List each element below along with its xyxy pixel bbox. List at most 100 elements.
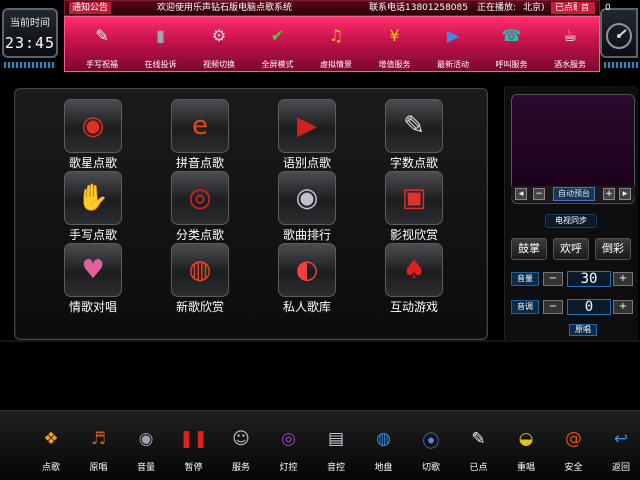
coffee-cup-icon: ☕ [562,25,578,45]
nav-item-6[interactable]: ▶ 最新活动 [424,19,482,71]
menu-tile-label: 语别点歌 [282,156,331,170]
dock-item-10[interactable]: ◒ 重唱 [507,423,545,480]
dock-item-9[interactable]: ✎ 已点 [460,423,498,480]
dock-item-label: 地盘 [374,463,393,473]
now-playing-title: 北京) [523,3,545,13]
book-icon: ▮ [156,25,165,45]
video-minus-button[interactable]: − [533,188,545,200]
dock-item-1[interactable]: ♬ 原唱 [80,423,118,480]
light-lens-icon: ◎ [281,429,296,449]
menu-tile-label: 分类点歌 [175,228,224,242]
nav-item-label: 酒水服务 [554,60,586,69]
tile-glyph: ♥ [81,255,105,285]
volume-plus-button[interactable]: + [613,272,633,286]
nav-item-8[interactable]: ☕ 酒水服务 [541,19,599,71]
phone-text: 联系电话13801258085 [369,3,468,13]
bottom-dock: ❖ 点歌 ♬ 原唱 ◉ 音量 ❚❚ 暂停 ☺ 服务 ◎ 灯控 ▤ 音控 ◍ 地盘 ⦿ 切歌 ✎ 已点 ◒ 重唱 @ 安全 ↩ 返回 [0,410,640,480]
menu-tile-label: 歌星点歌 [68,156,117,170]
video-next-button[interactable]: ▸ [619,188,631,200]
nav-item-1[interactable]: ▮ 在线投诉 [132,19,190,71]
tile-glyph: ◎ [188,183,212,213]
menu-tile-5[interactable]: ◎ 分类点歌 [154,171,246,243]
dock-item-12[interactable]: ↩ 返回 [602,423,640,480]
notice-button[interactable]: 通知公告 [69,2,112,14]
private-library-icon: ◐ [278,243,336,297]
nav-item-4[interactable]: ♫ 虚拟情景 [307,19,365,71]
dock-item-label: 音控 [326,463,345,473]
menu-tile-label: 歌曲排行 [282,228,331,242]
video-plus-button[interactable]: + [603,188,615,200]
category-icon: ◎ [171,171,229,225]
menu-tile-9[interactable]: ◍ 新歌欣赏 [154,243,246,315]
equalizer-icon: ▤ [327,429,345,449]
nav-item-label: 增值服务 [378,60,411,69]
dock-item-7[interactable]: ◍ 地盘 [365,423,403,480]
video-controls: ◂ − 自动预台 + ▸ [511,186,635,202]
ticker-bar: 通知公告 欢迎使用乐声钻石版电脑点歌系统 联系电话13801258085 正在播… [64,0,611,16]
menu-tile-label: 情歌对唱 [68,300,117,314]
nav-item-3[interactable]: ✔ 全屏模式 [249,19,307,71]
pencil-note-icon: ✎ [471,429,486,449]
security-book-icon: @ [565,429,582,449]
menu-tile-7[interactable]: ▣ 影视欣赏 [368,171,460,243]
dock-item-3[interactable]: ❚❚ 暂停 [175,423,213,480]
dock-item-11[interactable]: @ 安全 [555,423,593,480]
nav-item-2[interactable]: ⚙ 视频切换 [190,19,248,71]
ranking-disc-icon: ◉ [278,171,336,225]
divider [0,340,640,342]
auto-channel-button[interactable]: 自动预台 [553,187,595,201]
menu-tile-11[interactable]: ♠ 互动游戏 [368,243,460,315]
control-panel: ◂ − 自动预台 + ▸ 电视同步 鼓掌 欢呼 倒彩 音量 − 30 + 音调 … [504,86,638,340]
dock-item-label: 服务 [231,463,250,473]
windows-flag-icon: ❖ [43,429,59,449]
dock-item-6[interactable]: ▤ 音控 [317,423,355,480]
volume-label: 音量 [511,272,539,286]
pause-icon: ❚❚ [179,429,208,449]
dock-item-label: 安全 [564,463,583,473]
cheer-button[interactable]: 欢呼 [553,238,589,260]
menu-tile-label: 字数点歌 [389,156,438,170]
tile-glyph: ✋ [76,183,110,213]
tone-plus-button[interactable]: + [613,300,633,314]
tile-glyph: ▣ [401,183,427,213]
original-vocal-button[interactable]: 原唱 [569,324,597,336]
dock-item-4[interactable]: ☺ 服务 [222,423,260,480]
tile-glyph: ◍ [188,255,212,285]
pinyin-icon: e [171,99,229,153]
song-select-panel: ◉ 歌星点歌 e 拼音点歌 ▶ 语别点歌 ✎ 字数点歌 ✋ 手写点歌 ◎ 分类点歌 ◉ 歌曲排行 ▣ 影视欣赏… [14,88,488,340]
menu-tile-1[interactable]: e 拼音点歌 [154,99,246,171]
dock-item-2[interactable]: ◉ 音量 [127,423,165,480]
dock-item-5[interactable]: ◎ 灯控 [270,423,308,480]
dock-item-0[interactable]: ❖ 点歌 [32,423,70,480]
dock-item-8[interactable]: ⦿ 切歌 [412,423,450,480]
menu-tile-2[interactable]: ▶ 语别点歌 [261,99,353,171]
volume-minus-button[interactable]: − [543,272,563,286]
nav-item-0[interactable]: ✎ 手写祝福 [73,19,131,71]
nav-item-5[interactable]: ¥ 增值服务 [366,19,424,71]
singer-icon: ◉ [64,99,122,153]
dock-item-label: 返回 [611,463,630,473]
boo-button[interactable]: 倒彩 [595,238,631,260]
nav-item-label: 全屏模式 [261,60,294,69]
tone-minus-button[interactable]: − [543,300,563,314]
welcome-text: 欢迎使用乐声钻石版电脑点歌系统 [157,3,293,13]
nav-item-7[interactable]: ☎ 呼叫服务 [483,19,541,71]
menu-tile-10[interactable]: ◐ 私人歌库 [261,243,353,315]
repeat-disc-icon: ◒ [518,429,534,449]
dock-item-label: 重唱 [516,463,535,473]
video-prev-button[interactable]: ◂ [515,188,527,200]
clock-decor [4,62,56,68]
home-button[interactable]: 首 [577,2,593,14]
menu-tile-3[interactable]: ✎ 字数点歌 [368,99,460,171]
menu-tile-label: 私人歌库 [282,300,331,314]
game-icon: ♠ [385,243,443,297]
menu-tile-label: 新歌欣赏 [175,300,224,314]
tv-sync-button[interactable]: 电视同步 [545,214,597,228]
menu-tile-0[interactable]: ◉ 歌星点歌 [47,99,139,171]
menu-tile-8[interactable]: ♥ 情歌对唱 [47,243,139,315]
menu-tile-6[interactable]: ◉ 歌曲排行 [261,171,353,243]
menu-tile-4[interactable]: ✋ 手写点歌 [47,171,139,243]
nav-item-label: 呼叫服务 [495,60,528,69]
gauge-dial-icon [606,23,632,49]
applause-button[interactable]: 鼓掌 [511,238,547,260]
